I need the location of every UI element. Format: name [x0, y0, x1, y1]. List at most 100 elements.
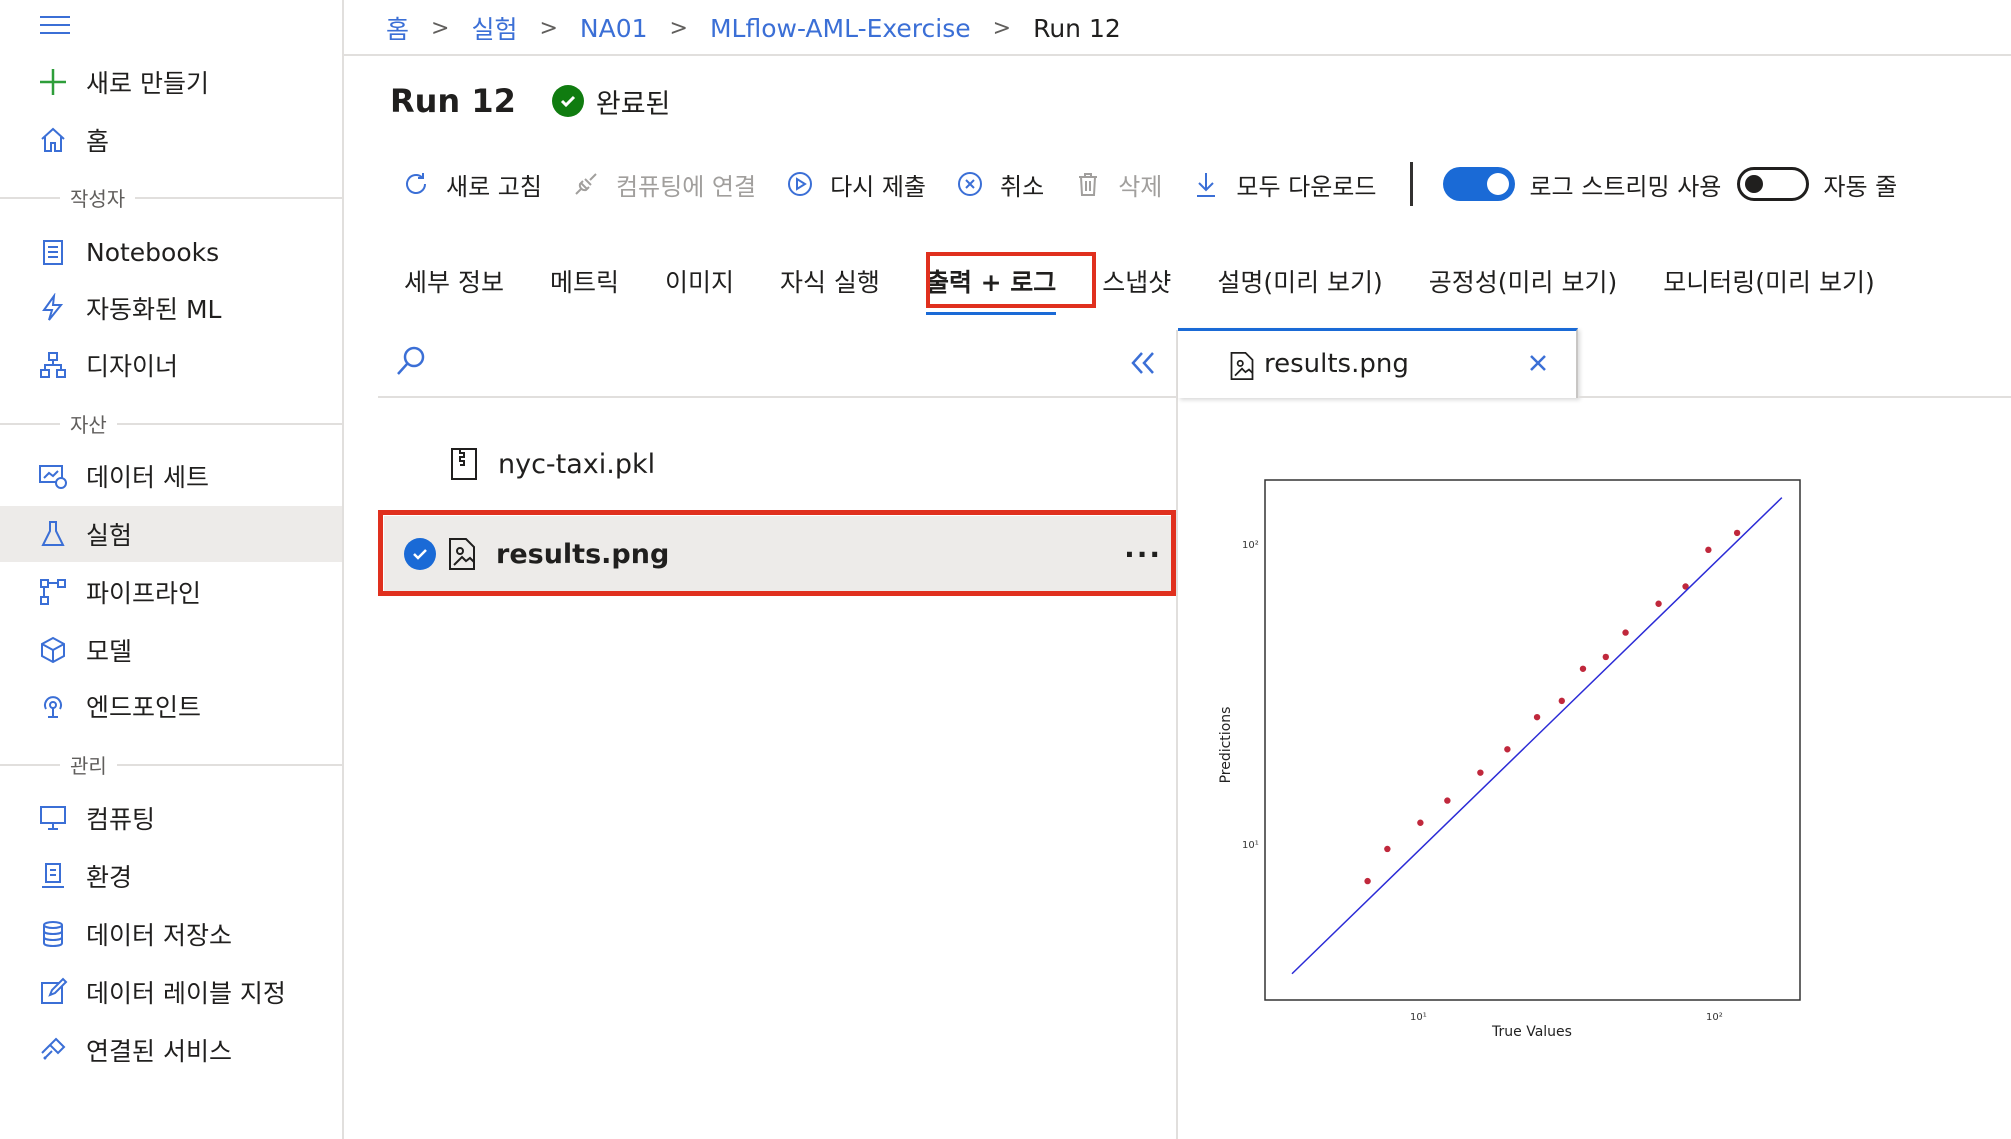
delete-label: 삭제: [1118, 172, 1163, 201]
sidebar-item-endpoints[interactable]: 엔드포인트: [0, 678, 342, 734]
home-icon: [36, 123, 70, 157]
divider: [344, 54, 2011, 56]
section-author: 작성자: [0, 183, 342, 212]
tab-images[interactable]: 이미지: [665, 263, 734, 299]
sidebar-item-new[interactable]: 새로 만들기: [0, 54, 342, 110]
notebook-icon: [36, 235, 70, 269]
auto-wrap-toggle[interactable]: [1737, 167, 1810, 201]
sidebar-item-pipelines[interactable]: 파이프라인: [0, 564, 342, 620]
log-streaming-label: 로그 스트리밍 사용: [1529, 172, 1722, 201]
chevron-right-icon: >: [669, 15, 688, 41]
sidebar-item-notebooks[interactable]: Notebooks: [0, 224, 342, 280]
sidebar-item-label: 데이터 레이블 지정: [86, 979, 286, 1008]
resubmit-label: 다시 제출: [830, 172, 927, 201]
file-row-nyc-taxi[interactable]: nyc-taxi.pkl: [384, 424, 1172, 504]
play-circle-icon: [784, 168, 816, 200]
connect-compute-label: 컴퓨팅에 연결: [615, 172, 757, 201]
breadcrumb-home[interactable]: 홈: [386, 10, 409, 46]
results-plot: 10¹ 10² 10¹ 10² True Values Predictions: [1218, 479, 1801, 1040]
scatter-point: [1655, 600, 1662, 607]
scatter-point: [1705, 546, 1712, 554]
plus-icon: [36, 65, 70, 99]
x-tick-label: 10²: [1706, 1012, 1723, 1023]
link-icon: [36, 1033, 70, 1067]
tab-fairness[interactable]: 공정성(미리 보기): [1429, 263, 1617, 299]
breadcrumb-experiments[interactable]: 실험: [471, 10, 517, 46]
scatter-point: [1558, 697, 1565, 705]
sidebar-item-designer[interactable]: 디자이너: [0, 337, 342, 393]
refresh-icon: [400, 168, 432, 200]
sidebar-item-datastores[interactable]: 데이터 저장소: [0, 906, 342, 962]
image-file-icon: [1228, 351, 1256, 381]
log-streaming-toggle[interactable]: [1443, 167, 1516, 201]
cancel-circle-icon: [954, 168, 986, 200]
scatter-point: [1622, 629, 1629, 636]
breadcrumb-na01[interactable]: NA01: [580, 14, 648, 43]
sidebar-item-label: 새로 만들기: [86, 69, 209, 98]
sidebar-item-automl[interactable]: 자동화된 ML: [0, 280, 342, 336]
x-axis-label: True Values: [1491, 1024, 1572, 1040]
scatter-point: [1477, 769, 1484, 776]
automl-icon: [36, 291, 70, 325]
scatter-point: [1602, 653, 1609, 661]
sidebar-item-data-labeling[interactable]: 데이터 레이블 지정: [0, 964, 342, 1020]
run-header: Run 12 완료된: [390, 76, 670, 126]
preview-filename: results.png: [1264, 349, 1409, 379]
scatter-point: [1733, 529, 1741, 537]
tab-monitoring[interactable]: 모니터링(미리 보기): [1663, 263, 1874, 299]
environment-icon: [36, 859, 70, 893]
search-icon[interactable]: [394, 344, 428, 378]
tab-metrics[interactable]: 메트릭: [550, 263, 619, 299]
sidebar-item-label: 연결된 서비스: [86, 1037, 232, 1066]
tab-explanations[interactable]: 설명(미리 보기): [1217, 263, 1382, 299]
y-tick-label: 10¹: [1242, 840, 1259, 851]
sidebar-item-linked-services[interactable]: 연결된 서비스: [0, 1022, 342, 1078]
sidebar-item-experiments[interactable]: 실험: [0, 506, 342, 562]
cancel-button[interactable]: 취소: [954, 167, 1044, 202]
y-tick-label: 10²: [1242, 540, 1259, 551]
sidebar-item-label: 엔드포인트: [86, 693, 202, 722]
collapse-panel-icon[interactable]: [1128, 348, 1158, 378]
preview-tab[interactable]: results.png: [1178, 328, 1578, 398]
sidebar-item-label: 파이프라인: [86, 579, 202, 608]
plug-icon: [570, 168, 602, 200]
scatter-point: [1533, 713, 1541, 721]
zip-file-icon: [448, 447, 480, 481]
breadcrumb: 홈 > 실험 > NA01 > MLflow-AML-Exercise > Ru…: [386, 10, 1121, 46]
scatter-point: [1444, 797, 1451, 804]
close-icon[interactable]: [1526, 351, 1550, 375]
toolbar-divider: [1410, 162, 1414, 206]
sidebar-item-compute[interactable]: 컴퓨팅: [0, 790, 342, 846]
sidebar-item-home[interactable]: 홈: [0, 112, 342, 168]
tab-highlight-box: [926, 252, 1096, 308]
chevron-right-icon: >: [992, 15, 1012, 41]
page-title: Run 12: [390, 82, 516, 120]
left-nav: 새로 만들기 홈 작성자 Notebooks 자동화된 ML 디자이너 자산 데…: [0, 0, 344, 1139]
refresh-label: 새로 고침: [446, 172, 542, 201]
connect-compute-button[interactable]: 컴퓨팅에 연결: [570, 167, 756, 202]
download-icon: [1190, 168, 1222, 200]
delete-button[interactable]: 삭제: [1072, 167, 1162, 202]
scatter-point: [1417, 819, 1424, 826]
sidebar-item-label: Notebooks: [86, 237, 220, 267]
database-icon: [36, 917, 70, 951]
sidebar-item-label: 데이터 저장소: [86, 921, 232, 950]
sidebar-item-label: 환경: [86, 863, 133, 892]
status-text: 완료된: [595, 88, 671, 120]
auto-wrap-label: 자동 줄: [1823, 172, 1898, 201]
check-circle-icon: [551, 85, 584, 117]
sidebar-item-label: 모델: [86, 637, 133, 666]
panel-divider: [1176, 330, 1178, 1139]
refresh-button[interactable]: 새로 고침: [400, 167, 542, 202]
sidebar-item-models[interactable]: 모델: [0, 622, 342, 678]
tab-snapshot[interactable]: 스냅샷: [1102, 263, 1171, 299]
trash-icon: [1072, 168, 1104, 200]
download-all-button[interactable]: 모두 다운로드: [1190, 167, 1376, 202]
tab-details[interactable]: 세부 정보: [404, 263, 504, 299]
tab-child-runs[interactable]: 자식 실행: [780, 263, 880, 299]
resubmit-button[interactable]: 다시 제출: [784, 167, 926, 202]
sidebar-item-datasets[interactable]: 데이터 세트: [0, 448, 342, 504]
sidebar-item-environments[interactable]: 환경: [0, 848, 342, 904]
breadcrumb-experiment[interactable]: MLflow-AML-Exercise: [710, 14, 971, 43]
hamburger-menu-icon[interactable]: [40, 16, 70, 38]
